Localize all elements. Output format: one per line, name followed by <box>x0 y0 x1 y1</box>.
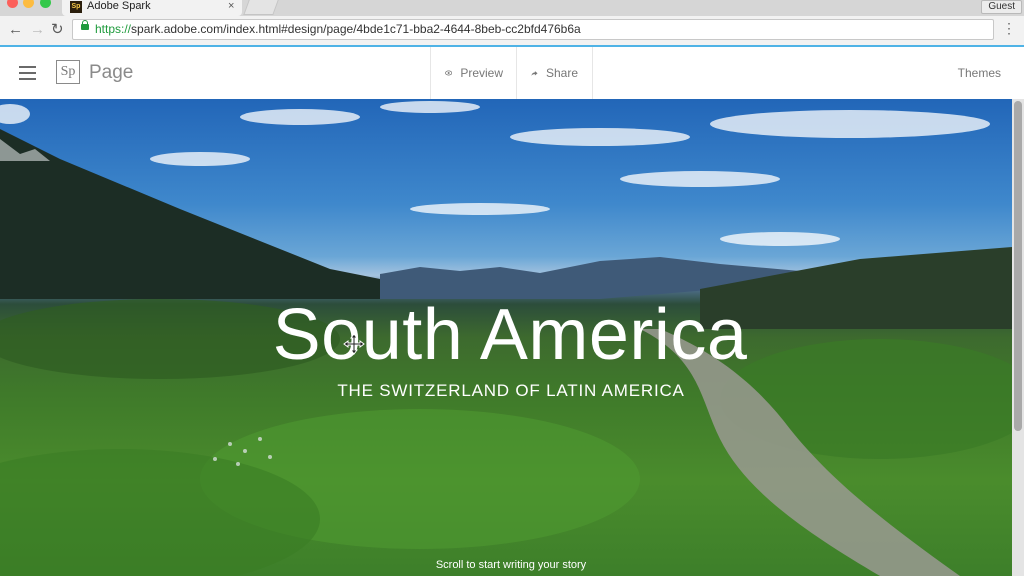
share-arrow-icon <box>531 70 538 76</box>
share-button[interactable]: Share <box>516 47 593 99</box>
spark-page-logo-icon: Sp <box>56 60 80 84</box>
eye-icon <box>445 70 453 76</box>
browser-toolbar: ← → ↻ https://spark.adobe.com/index.html… <box>0 16 1024 46</box>
preview-label: Preview <box>460 66 503 80</box>
minimize-window-button[interactable] <box>23 0 34 8</box>
preview-button[interactable]: Preview <box>430 47 517 99</box>
lock-icon <box>81 20 89 30</box>
new-tab-button[interactable] <box>243 0 279 15</box>
spark-app-header: Sp Page Preview Share Themes <box>0 47 1024 100</box>
hero-background-image[interactable]: South America THE SWITZERLAND OF LATIN A… <box>0 99 1012 576</box>
scroll-hint: Scroll to start writing your story <box>435 559 587 571</box>
page-scrollbar[interactable] <box>1012 99 1024 576</box>
hero-title[interactable]: South America <box>0 295 1012 375</box>
browser-tab-adobe-spark[interactable]: Sp Adobe Spark × <box>62 0 242 16</box>
hamburger-menu-icon[interactable] <box>19 66 36 80</box>
app-name: Page <box>89 62 134 83</box>
url-scheme: https:// <box>95 22 132 36</box>
close-tab-icon[interactable]: × <box>228 0 234 13</box>
back-arrow-icon[interactable]: ← <box>8 21 23 39</box>
url-path: spark.adobe.com/index.html#design/page/4… <box>131 22 581 36</box>
browser-menu-icon[interactable]: ⋮ <box>1002 20 1016 36</box>
adobe-spark-favicon-icon: Sp <box>70 1 82 13</box>
share-label: Share <box>545 66 578 80</box>
browser-tab-title: Adobe Spark <box>87 0 151 12</box>
themes-button[interactable]: Themes <box>958 66 1001 80</box>
maximize-window-button[interactable] <box>40 0 51 8</box>
guest-profile-button[interactable]: Guest <box>981 0 1022 14</box>
close-window-button[interactable] <box>7 0 18 8</box>
reload-icon[interactable]: ↻ <box>51 21 64 39</box>
browser-tabstrip: Sp Adobe Spark × Guest <box>0 0 1024 16</box>
forward-arrow-icon[interactable]: → <box>30 21 45 39</box>
scrollbar-thumb[interactable] <box>1014 101 1022 431</box>
address-bar[interactable]: https://spark.adobe.com/index.html#desig… <box>72 19 994 40</box>
hero-subtitle[interactable]: THE SWITZERLAND OF LATIN AMERICA <box>0 380 1012 402</box>
url-text[interactable]: https://spark.adobe.com/index.html#desig… <box>95 22 581 37</box>
move-cursor-icon <box>343 333 365 355</box>
